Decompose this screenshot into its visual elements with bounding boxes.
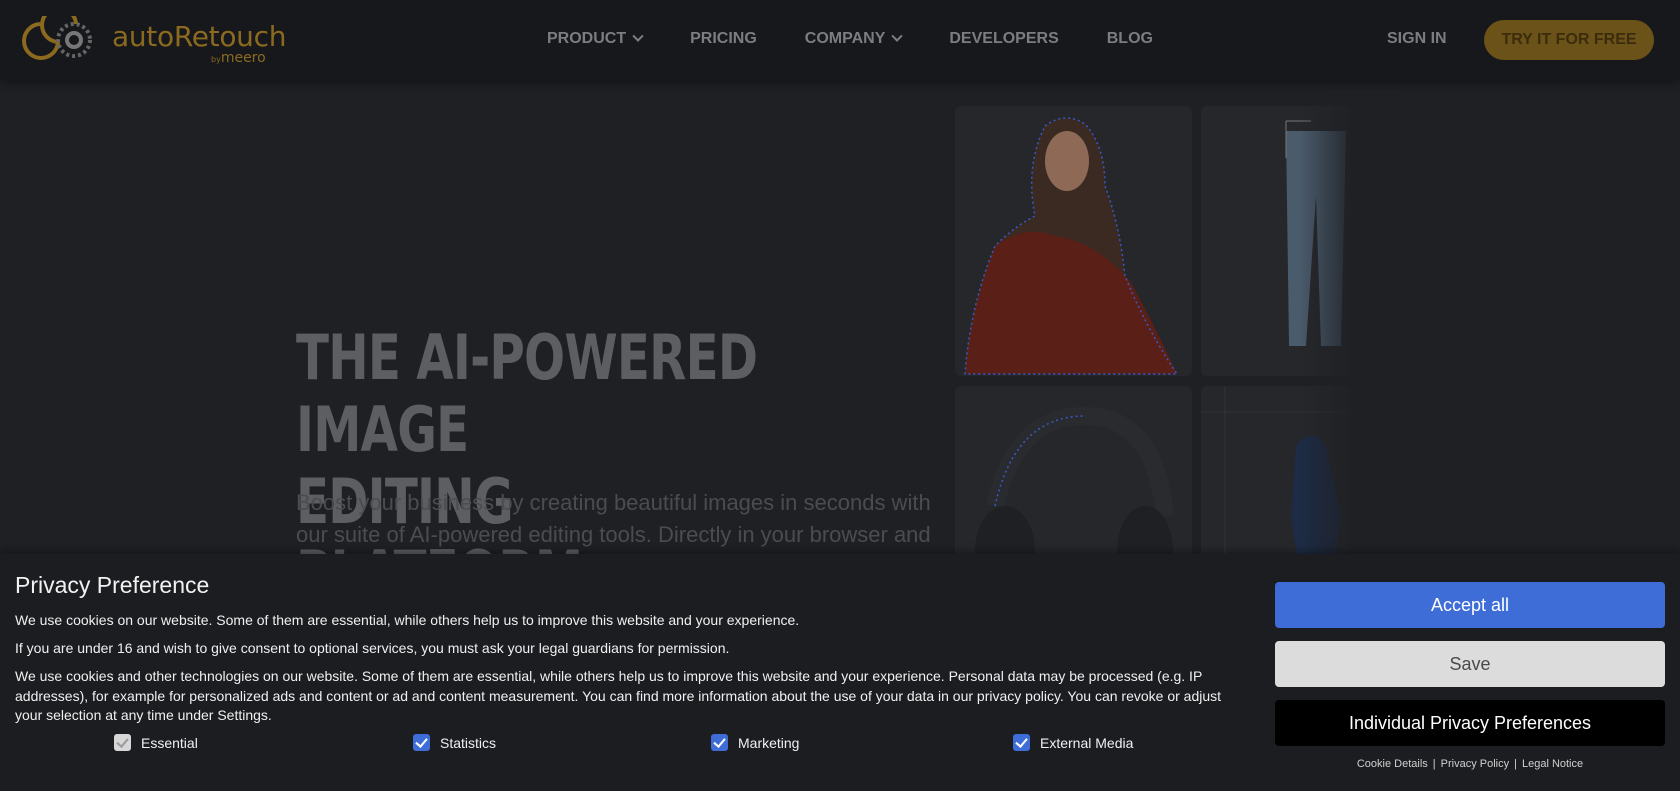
individual-privacy-preferences-button[interactable]: Individual Privacy Preferences (1275, 700, 1665, 746)
nav-blog[interactable]: BLOG (1107, 30, 1153, 48)
link-separator: | (1514, 758, 1517, 770)
marketing-checkbox[interactable] (711, 734, 728, 751)
option-essential[interactable]: Essential (114, 734, 198, 751)
marketing-label: Marketing (738, 734, 800, 751)
privacy-policy-link[interactable]: Privacy Policy (1441, 758, 1509, 770)
brand-by-name: meero (220, 50, 266, 66)
top-navbar: autoRetouch bymeero PRODUCT PRICING COMP… (0, 0, 1680, 80)
privacy-consent-banner: Privacy Preference We use cookies on our… (0, 554, 1680, 791)
legal-notice-link[interactable]: Legal Notice (1522, 758, 1583, 770)
statistics-label: Statistics (440, 734, 497, 751)
nav-product[interactable]: PRODUCT (547, 30, 644, 48)
nav-blog-label: BLOG (1106, 30, 1153, 47)
consent-links: Cookie Details | Privacy Policy | Legal Noti… (1275, 758, 1665, 770)
brand-by-prefix: by (211, 55, 221, 64)
nav-developers-label: DEVELOPERS (949, 30, 1059, 47)
nav-product-label: PRODUCT (547, 30, 627, 47)
nav-links: PRODUCT PRICING COMPANY DEVELOPERS BLOG (547, 30, 1201, 48)
hero-title-line1: THE AI-POWERED IMAGE (296, 321, 758, 466)
autoretouch-logo-icon (22, 16, 92, 60)
consent-options: Essential Statistics Marketing External … (0, 734, 1200, 758)
sign-in-link[interactable]: SIGN IN (1387, 30, 1447, 48)
consent-paragraph-2: If you are under 16 and wish to give con… (15, 640, 730, 656)
nav-developers[interactable]: DEVELOPERS (949, 30, 1058, 48)
essential-checkbox[interactable] (114, 734, 131, 751)
option-statistics[interactable]: Statistics (413, 734, 496, 751)
woman-cutout-image (964, 117, 1179, 375)
option-marketing[interactable]: Marketing (711, 734, 799, 751)
woman-photo-tile (955, 106, 1192, 376)
option-external-media[interactable]: External Media (1013, 734, 1133, 751)
consent-title: Privacy Preference (15, 572, 210, 598)
nav-pricing-label: PRICING (690, 30, 757, 47)
nav-pricing[interactable]: PRICING (690, 30, 757, 48)
brand-logo[interactable]: autoRetouch bymeero (18, 16, 286, 66)
nav-company-label: COMPANY (804, 30, 886, 47)
accept-all-button[interactable]: Accept all (1275, 582, 1665, 628)
link-separator: | (1432, 758, 1436, 770)
consent-paragraph-1: We use cookies on our website. Some of t… (15, 612, 800, 628)
chevron-down-icon (632, 30, 644, 42)
external-media-label: External Media (1040, 734, 1134, 751)
brand-name: autoRetouch (112, 20, 287, 53)
chevron-down-icon (891, 30, 904, 42)
cookie-details-link[interactable]: Cookie Details (1357, 758, 1428, 770)
brand-by: bymeero (211, 50, 266, 66)
save-button[interactable]: Save (1275, 641, 1665, 687)
consent-paragraph-3: We use cookies and other technologies on… (15, 668, 1222, 723)
essential-label: Essential (141, 734, 198, 751)
external-media-checkbox[interactable] (1013, 734, 1030, 751)
try-free-button[interactable]: TRY IT FOR FREE (1484, 20, 1654, 60)
nav-company[interactable]: COMPANY (804, 30, 904, 48)
statistics-checkbox[interactable] (413, 734, 430, 751)
